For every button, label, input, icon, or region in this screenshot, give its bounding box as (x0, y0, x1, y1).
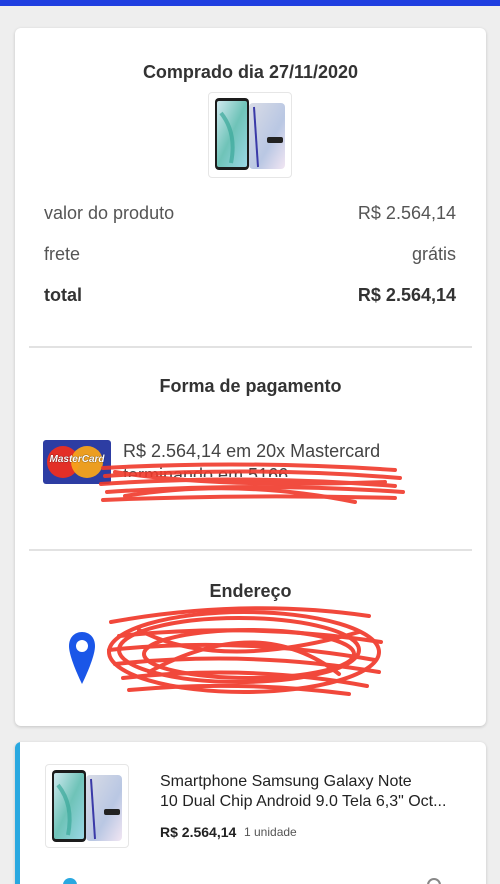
total-row: total R$ 2.564,14 (44, 285, 456, 306)
status-accent-bar (15, 742, 20, 884)
status-circle-icon (427, 878, 441, 884)
item-quantity: 1 unidade (244, 825, 297, 839)
shipping-value: grátis (411, 244, 456, 264)
card-ending-text: terminando em 5166 (123, 465, 289, 477)
total-label: total (44, 285, 82, 305)
top-app-bar (0, 0, 500, 6)
item-price: R$ 2.564,14 (160, 824, 237, 840)
product-value-row: valor do produto R$ 2.564,14 (44, 203, 456, 224)
item-name-line2: 10 Dual Chip Android 9.0 Tela 6,3" Oct..… (160, 793, 447, 810)
status-dot-icon (63, 878, 77, 884)
payment-description: R$ 2.564,14 em 20x Mastercard (123, 441, 381, 461)
phone-image (215, 98, 285, 170)
card-brand-label: MasterCard (49, 454, 105, 465)
product-value-amount: R$ 2.564,14 (357, 203, 456, 223)
item-name-line1: Smartphone Samsung Galaxy Note (160, 773, 412, 790)
purchase-date-title: Comprado dia 27/11/2020 (142, 62, 359, 82)
item-thumbnail[interactable] (45, 764, 129, 848)
product-thumbnail[interactable] (208, 92, 292, 178)
payment-section-title: Forma de pagamento (159, 376, 342, 396)
product-value-label: valor do produto (44, 203, 175, 223)
address-section-title: Endereço (209, 581, 292, 601)
phone-image (52, 770, 122, 842)
divider (29, 346, 472, 348)
location-pin-icon (69, 632, 95, 684)
total-value: R$ 2.564,14 (357, 285, 456, 305)
redaction-scribble (107, 606, 383, 696)
purchase-details-card: Comprado dia 27/11/2020 valor do produto… (15, 28, 486, 726)
order-item-card[interactable]: Smartphone Samsung Galaxy Note 10 Dual C… (15, 742, 486, 884)
shipping-row: frete grátis (44, 244, 456, 265)
shipping-label: frete (44, 244, 81, 264)
divider (29, 549, 472, 551)
mastercard-logo-icon: MasterCard (43, 440, 111, 484)
